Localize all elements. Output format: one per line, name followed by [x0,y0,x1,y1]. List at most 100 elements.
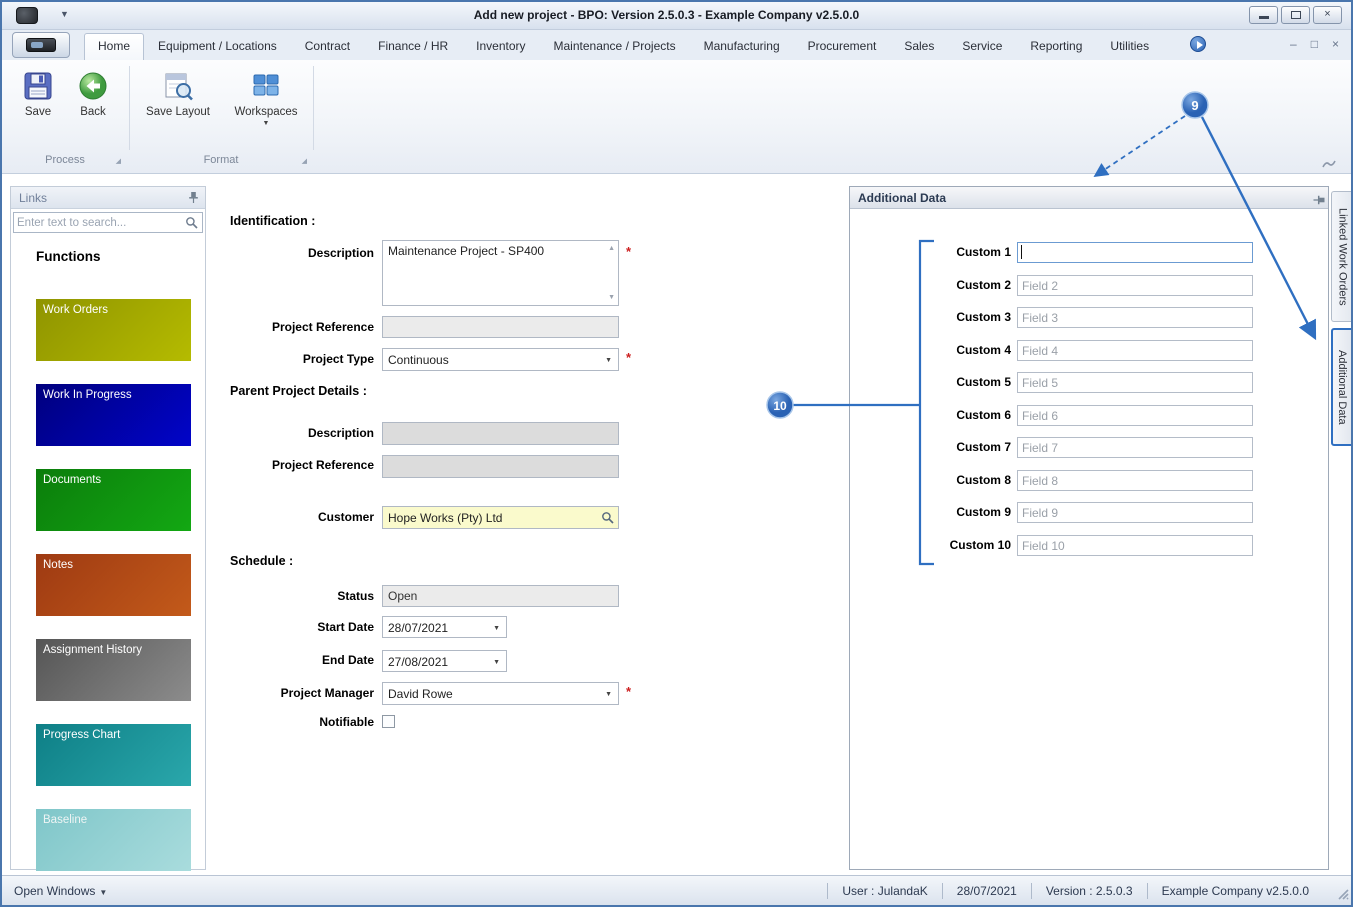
chevron-down-icon: ▼ [493,625,500,632]
side-tab-additional-data[interactable]: Additional Data [1331,328,1351,446]
custom-1-label: Custom 1 [956,245,1011,259]
save-disk-icon [22,70,54,102]
customer-lookup-field[interactable]: Hope Works (Pty) Ltd [382,506,619,529]
custom-9-label: Custom 9 [956,505,1011,519]
links-panel-header: Links [11,187,205,209]
custom-7-label: Custom 7 [956,440,1011,454]
custom-8-label: Custom 8 [956,473,1011,487]
ribbon: Save Back Save Layout Workspaces ▼ Proce… [2,60,1351,174]
project-reference-label: Project Reference [271,320,374,334]
custom-6-input[interactable] [1017,405,1253,426]
child-close-icon[interactable]: × [1332,36,1339,52]
chevron-down-icon: ▼ [605,691,612,698]
custom-3-input[interactable] [1017,307,1253,328]
tab-equipment-locations[interactable]: Equipment / Locations [144,33,291,60]
links-panel-title: Links [19,191,48,205]
customer-label: Customer [317,510,374,524]
project-manager-select[interactable]: David Rowe ▼ [382,682,619,705]
back-button[interactable]: Back [68,70,118,118]
tab-home[interactable]: Home [84,33,145,60]
custom-5-input[interactable] [1017,372,1253,393]
tile-assignment-history[interactable]: Assignment History [36,639,191,701]
functions-heading: Functions [36,249,101,264]
close-button[interactable]: × [1313,6,1342,24]
links-panel: Links Functions Work Orders Work [10,186,206,871]
end-date-picker[interactable]: 27/08/2021 ▼ [382,650,507,672]
tab-finance-hr[interactable]: Finance / HR [364,33,462,60]
tile-baseline[interactable]: Baseline [36,809,191,871]
start-date-picker[interactable]: 28/07/2021 ▼ [382,616,507,638]
customer-search-icon[interactable] [601,511,614,527]
tile-work-orders[interactable]: Work Orders [36,299,191,361]
open-windows-dropdown[interactable]: Open Windows ▼ [14,884,107,898]
tab-maintenance-projects[interactable]: Maintenance / Projects [540,33,690,60]
tile-notes[interactable]: Notes [36,554,191,616]
tile-documents[interactable]: Documents [36,469,191,531]
application-button[interactable] [12,32,70,58]
child-restore-icon[interactable]: □ [1311,36,1318,52]
notifiable-checkbox[interactable] [382,715,395,728]
format-dialog-launcher-icon[interactable]: ◢ [302,157,307,165]
quick-access-dropdown-icon[interactable]: ▼ [60,9,69,19]
search-input[interactable] [17,214,181,231]
tile-progress-chart[interactable]: Progress Chart [36,724,191,786]
child-minimize-icon[interactable]: – [1290,36,1297,52]
custom-10-input[interactable] [1017,535,1253,556]
statusbar: Open Windows ▼ User : JulandaK 28/07/2021… [2,875,1351,905]
group-separator [313,66,314,150]
description-textarea[interactable]: Maintenance Project - SP400 ▲ ▼ [382,240,619,306]
notifiable-label: Notifiable [319,715,374,729]
project-type-select[interactable]: Continuous ▼ [382,348,619,371]
tab-sales[interactable]: Sales [890,33,948,60]
ribbon-collapse-icon[interactable] [1321,156,1337,174]
workspaces-dropdown-icon: ▼ [262,120,270,127]
required-marker: * [626,350,632,365]
tab-utilities[interactable]: Utilities [1096,33,1163,60]
side-tab-linked-work-orders[interactable]: Linked Work Orders [1331,191,1351,322]
app-logo-icon[interactable] [16,7,38,24]
tab-procurement[interactable]: Procurement [794,33,891,60]
project-manager-label: Project Manager [280,686,374,700]
titlebar: ▼ Add new project - BPO: Version 2.5.0.3… [2,2,1351,30]
maximize-button[interactable] [1281,6,1310,24]
resize-grip[interactable] [1336,887,1349,903]
status-version: Version : 2.5.0.3 [1030,882,1147,899]
custom-4-input[interactable] [1017,340,1253,361]
additional-data-title: Additional Data [858,191,947,205]
pin-icon[interactable] [188,191,199,209]
custom-3-label: Custom 3 [956,310,1011,324]
project-reference-field [382,316,619,338]
workspaces-button[interactable]: Workspaces ▼ [226,70,306,127]
process-dialog-launcher-icon[interactable]: ◢ [116,157,121,165]
group-separator [129,66,130,150]
save-button[interactable]: Save [14,70,62,118]
tab-inventory[interactable]: Inventory [462,33,539,60]
pin-icon[interactable] [1308,195,1326,206]
minimize-button[interactable] [1249,6,1278,24]
status-label: Status [337,589,374,603]
start-date-label: Start Date [317,620,374,634]
custom-1-input[interactable] [1017,242,1253,263]
ribbon-group-process: Process ◢ [45,154,121,166]
tab-contract[interactable]: Contract [291,33,364,60]
status-field: Open [382,585,619,607]
section-parent-project: Parent Project Details : [230,384,367,398]
tab-service[interactable]: Service [948,33,1016,60]
status-date: 28/07/2021 [941,882,1031,899]
tab-reporting[interactable]: Reporting [1016,33,1096,60]
recording-play-icon [1190,36,1206,52]
custom-7-input[interactable] [1017,437,1253,458]
additional-data-panel: Additional Data Custom 1 Custom 2 Custom… [849,186,1329,870]
custom-9-input[interactable] [1017,502,1253,523]
custom-2-input[interactable] [1017,275,1253,296]
custom-8-input[interactable] [1017,470,1253,491]
custom-10-label: Custom 10 [949,538,1011,552]
search-icon[interactable] [185,216,198,234]
tile-work-in-progress[interactable]: Work In Progress [36,384,191,446]
tab-manufacturing[interactable]: Manufacturing [690,33,794,60]
save-layout-button[interactable]: Save Layout [138,70,218,118]
scroll-up-icon[interactable]: ▲ [608,245,615,252]
scroll-down-icon[interactable]: ▼ [608,294,615,301]
custom-6-label: Custom 6 [956,408,1011,422]
status-company: Example Company v2.5.0.0 [1146,882,1323,899]
